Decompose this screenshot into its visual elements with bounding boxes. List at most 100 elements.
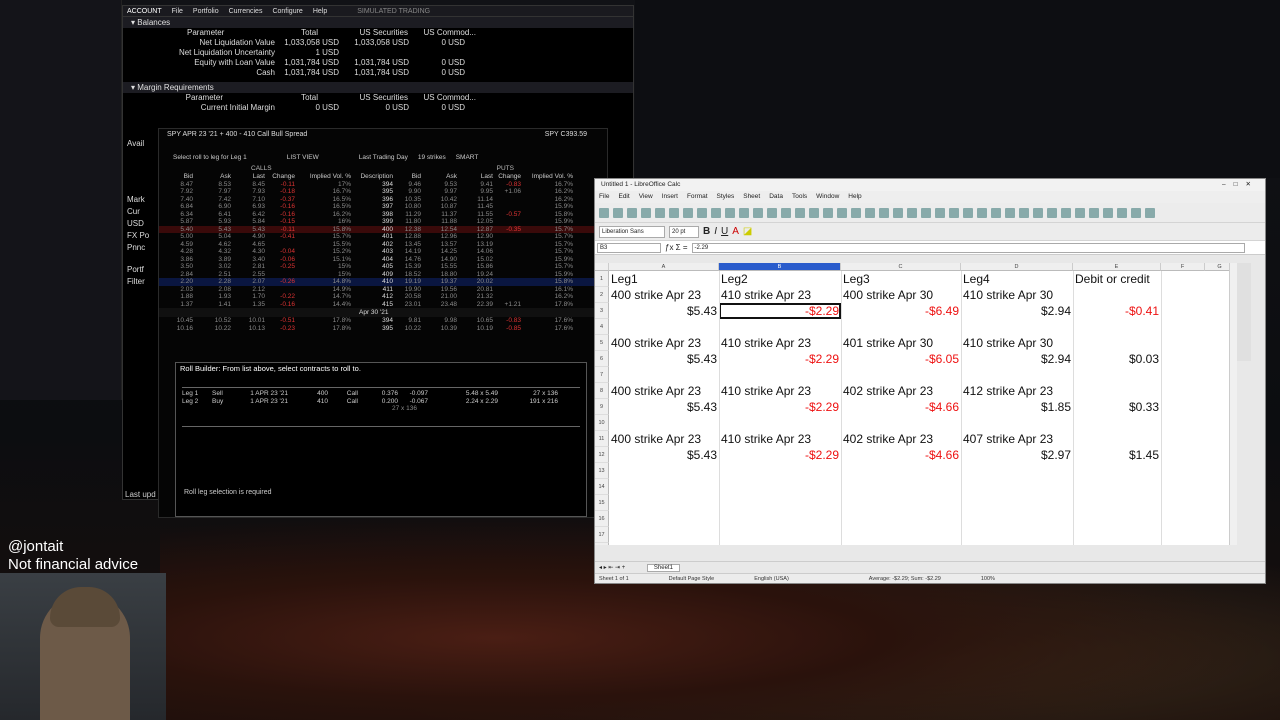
formula-input[interactable]: -2.29 bbox=[691, 242, 1245, 253]
row-header[interactable]: 5 bbox=[595, 335, 609, 351]
toolbar-tool-icon[interactable] bbox=[697, 207, 707, 218]
menu-file[interactable]: File bbox=[599, 191, 609, 203]
toolbar-tool-icon[interactable] bbox=[655, 207, 665, 218]
column-header[interactable]: C bbox=[841, 263, 961, 271]
cell[interactable] bbox=[961, 415, 1073, 431]
toolbar-tool-icon[interactable] bbox=[1089, 207, 1099, 218]
row-header[interactable]: 18 bbox=[595, 543, 609, 545]
cell[interactable] bbox=[1073, 415, 1161, 431]
cell[interactable]: -$2.29 bbox=[719, 351, 841, 367]
toolbar-tool-icon[interactable] bbox=[879, 207, 889, 218]
name-box[interactable]: B3 bbox=[597, 242, 661, 253]
row-header[interactable]: 14 bbox=[595, 479, 609, 495]
row-header[interactable]: 16 bbox=[595, 511, 609, 527]
option-row[interactable]: 2.03 2.08 2.12 14.9% 411 19.90 19.56 20.81 16.1% bbox=[159, 286, 607, 294]
sheet-tab[interactable]: Sheet1 bbox=[646, 564, 680, 572]
menu-insert[interactable]: Insert bbox=[662, 191, 678, 203]
row-header[interactable]: 1 bbox=[595, 271, 609, 287]
option-row[interactable]: 3.50 3.02 2.81 -0.25 15% 405 15.39 15.55 15.86 15… bbox=[159, 263, 607, 271]
menu-format[interactable]: Format bbox=[687, 191, 708, 203]
toolbar-tool-icon[interactable] bbox=[739, 207, 749, 218]
cell[interactable]: Leg2 bbox=[719, 271, 841, 287]
option-row[interactable]: 7.92 7.97 7.93 -0.18 16.7% 395 9.90 9.97 9.95 +1.… bbox=[159, 188, 607, 196]
toolbar-tool-icon[interactable] bbox=[1033, 207, 1043, 218]
margin-header[interactable]: ▾ Margin Requirements bbox=[123, 82, 633, 93]
font-name-box[interactable]: Liberation Sans bbox=[599, 225, 665, 238]
sidebar-icons[interactable] bbox=[1237, 263, 1251, 361]
cell[interactable]: -$4.66 bbox=[841, 447, 961, 463]
toolbar-tool-icon[interactable] bbox=[907, 207, 917, 218]
cell[interactable]: Leg3 bbox=[841, 271, 961, 287]
option-row[interactable]: 7.40 7.42 7.10 -0.37 16.5% 396 10.35 10.42 11.14… bbox=[159, 196, 607, 204]
cell[interactable]: $0.33 bbox=[1073, 399, 1161, 415]
option-row[interactable]: 5.00 5.04 4.90 -0.41 15.7% 401 12.88 12.96 12.90… bbox=[159, 233, 607, 241]
toolbar-tool-icon[interactable] bbox=[1005, 207, 1015, 218]
menu-edit[interactable]: Edit bbox=[618, 191, 629, 203]
menu-portfolio[interactable]: Portfolio bbox=[193, 6, 219, 16]
cell[interactable]: Leg4 bbox=[961, 271, 1073, 287]
select-all-corner[interactable] bbox=[595, 263, 609, 271]
menu-help[interactable]: Help bbox=[848, 191, 861, 203]
option-row[interactable]: 8.47 8.53 8.45 -0.11 17% 394 9.46 9.53 9.41 -0.83… bbox=[159, 181, 607, 189]
cell[interactable]: 410 strike Apr 23 bbox=[719, 431, 841, 447]
toolbar-tool-icon[interactable] bbox=[921, 207, 931, 218]
cell[interactable]: 400 strike Apr 23 bbox=[609, 431, 719, 447]
font-size-box[interactable]: 20 pt bbox=[669, 225, 699, 238]
cell[interactable]: $2.97 bbox=[961, 447, 1073, 463]
cell[interactable]: 400 strike Apr 23 bbox=[609, 335, 719, 351]
cell[interactable]: 402 strike Apr 23 bbox=[841, 431, 961, 447]
toolbar-tool-icon[interactable] bbox=[613, 207, 623, 218]
option-row[interactable]: 2.20 2.28 2.07 -0.26 14.8% 410 19.19 19.37 20.02… bbox=[159, 278, 607, 286]
cell[interactable]: $2.94 bbox=[961, 351, 1073, 367]
option-row[interactable]: 3.86 3.89 3.40 -0.06 15.1% 404 14.76 14.90 15.02… bbox=[159, 256, 607, 264]
column-header[interactable]: A bbox=[609, 263, 719, 271]
cell[interactable]: -$2.29 bbox=[719, 399, 841, 415]
row-header[interactable]: 7 bbox=[595, 367, 609, 383]
toolbar-tool-icon[interactable] bbox=[823, 207, 833, 218]
cell[interactable] bbox=[1073, 287, 1161, 303]
row-header[interactable]: 9 bbox=[595, 399, 609, 415]
toolbar-tool-icon[interactable] bbox=[991, 207, 1001, 218]
strikes-selector[interactable]: 19 strikes bbox=[418, 151, 446, 165]
cell[interactable]: 402 strike Apr 23 bbox=[841, 383, 961, 399]
row-header[interactable]: 15 bbox=[595, 495, 609, 511]
toolbar-tool-icon[interactable] bbox=[893, 207, 903, 218]
function-wizard-icon[interactable]: ƒx Σ = bbox=[665, 243, 688, 252]
toolbar-tool-icon[interactable] bbox=[1019, 207, 1029, 218]
cell[interactable]: -$2.29 bbox=[719, 303, 841, 319]
cell[interactable]: $1.45 bbox=[1073, 447, 1161, 463]
side-label[interactable]: Filter bbox=[127, 276, 149, 288]
menu-currencies[interactable]: Currencies bbox=[229, 6, 263, 16]
row-header[interactable]: 3 bbox=[595, 303, 609, 319]
cell[interactable] bbox=[961, 367, 1073, 383]
cell[interactable]: -$6.49 bbox=[841, 303, 961, 319]
cell[interactable] bbox=[1073, 367, 1161, 383]
toolbar-tool-icon[interactable] bbox=[767, 207, 777, 218]
option-row[interactable]: 4.59 4.62 4.65 15.5% 402 13.45 13.57 13.19 15.7% bbox=[159, 241, 607, 249]
menu-sheet[interactable]: Sheet bbox=[743, 191, 760, 203]
highlight-icon[interactable]: ◪ bbox=[743, 226, 752, 237]
cell[interactable]: -$2.29 bbox=[719, 447, 841, 463]
tab-nav-icon[interactable]: ◂ ▸ ⇤ ⇥ + bbox=[599, 565, 625, 571]
toolbar-tool-icon[interactable] bbox=[1047, 207, 1057, 218]
cell[interactable] bbox=[1073, 431, 1161, 447]
toolbar-tool-icon[interactable] bbox=[977, 207, 987, 218]
option-row[interactable]: 5.87 5.93 5.84 -0.15 16% 399 11.80 11.88 12.05 15… bbox=[159, 218, 607, 226]
option-row[interactable]: 1.88 1.93 1.70 -0.22 14.7% 412 20.58 21.00 21.32… bbox=[159, 293, 607, 301]
row-header[interactable]: 12 bbox=[595, 447, 609, 463]
menu-tools[interactable]: Tools bbox=[792, 191, 807, 203]
toolbar-tool-icon[interactable] bbox=[683, 207, 693, 218]
vertical-scrollbar[interactable] bbox=[1229, 263, 1237, 545]
cell[interactable] bbox=[1073, 383, 1161, 399]
toolbar-tool-icon[interactable] bbox=[1117, 207, 1127, 218]
toolbar-tool-icon[interactable] bbox=[837, 207, 847, 218]
toolbar-tool-icon[interactable] bbox=[1145, 207, 1155, 218]
toolbar-tool-icon[interactable] bbox=[1103, 207, 1113, 218]
row-header[interactable]: 10 bbox=[595, 415, 609, 431]
menu-data[interactable]: Data bbox=[769, 191, 783, 203]
cell[interactable] bbox=[609, 415, 719, 431]
toolbar-tool-icon[interactable] bbox=[851, 207, 861, 218]
cell[interactable]: 407 strike Apr 23 bbox=[961, 431, 1073, 447]
cell[interactable]: $5.43 bbox=[609, 399, 719, 415]
cell[interactable] bbox=[609, 367, 719, 383]
